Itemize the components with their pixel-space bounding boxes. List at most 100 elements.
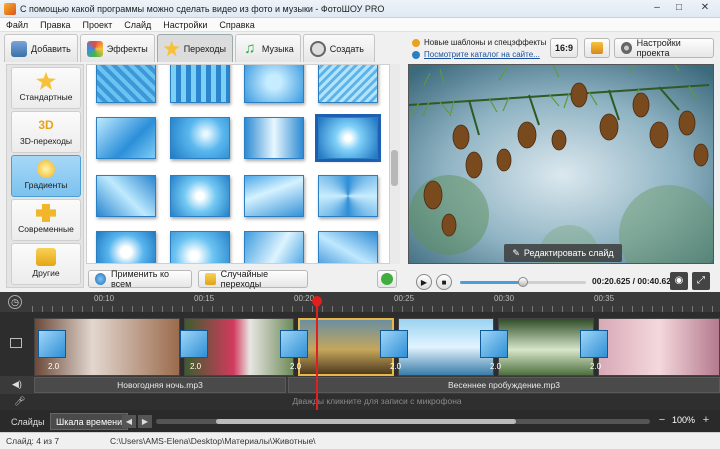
apply-all-button[interactable]: Применить ко всем — [88, 269, 192, 289]
apply-all-label: Применить ко всем — [110, 269, 170, 289]
playhead[interactable] — [316, 298, 318, 410]
zoom-out-button[interactable]: − — [656, 414, 668, 428]
transition-thumb-selected[interactable] — [315, 114, 381, 162]
menu-edit[interactable]: Правка — [34, 20, 76, 30]
slide-counter: Слайд: 4 из 7 — [6, 436, 60, 446]
transition-thumb[interactable] — [170, 117, 230, 159]
background-button[interactable] — [584, 38, 610, 58]
tab-add-label: Добавить — [31, 43, 71, 54]
aspect-ratio-button[interactable]: 16:9 — [550, 38, 578, 58]
film-reel-icon — [309, 40, 326, 57]
ruler-label: 00:25 — [394, 294, 415, 303]
random-transitions-button[interactable]: Случайные переходы — [198, 269, 308, 289]
tab-timeline[interactable]: Шкала времени — [50, 413, 129, 430]
voice-track[interactable]: 🎤︎ Дважды кликните для записи с микрофон… — [0, 394, 720, 410]
news-row: Новые шаблоны и спецэффекты — [412, 38, 546, 47]
minimize-button[interactable]: – — [646, 0, 668, 16]
timeline-ruler[interactable]: ◷ 00:10 00:15 00:20 00:25 00:30 00:35 — [0, 292, 720, 312]
app-window: С помощью какой программы можно сделать … — [0, 0, 720, 449]
audio-clip[interactable]: Весеннее пробуждение.mp3 — [288, 377, 720, 393]
category-other[interactable]: Другие — [11, 243, 81, 285]
dice-icon — [205, 273, 216, 285]
edit-slide-button[interactable]: ✎ Редактировать слайд — [504, 244, 622, 262]
transition-thumb[interactable] — [318, 175, 378, 217]
audio-clip[interactable]: Новогодняя ночь.mp3 — [34, 377, 286, 393]
transition-marker[interactable] — [380, 330, 408, 358]
transition-thumb[interactable] — [244, 175, 304, 217]
menu-settings[interactable]: Настройки — [157, 20, 213, 30]
add-transition-button[interactable] — [377, 270, 397, 288]
folder-path: C:\Users\AMS-Elena\Desktop\Материалы\Жив… — [110, 436, 316, 446]
slide-thumbnail[interactable] — [598, 318, 720, 376]
plus-icon — [381, 273, 393, 285]
menu-slide[interactable]: Слайд — [118, 20, 157, 30]
transition-thumb[interactable] — [96, 117, 156, 159]
zoom-in-button[interactable]: + — [700, 414, 712, 428]
progress-fill — [460, 281, 523, 284]
slide-duration: 2.0 — [190, 362, 202, 371]
gear-icon — [621, 42, 632, 54]
audio-track: ◀) Новогодняя ночь.mp3 Весеннее пробужде… — [0, 376, 720, 394]
scroll-left-icon[interactable]: ◀ — [122, 415, 136, 428]
project-settings-button[interactable]: Настройки проекта — [614, 38, 714, 58]
transition-thumb[interactable] — [170, 175, 230, 217]
menu-project[interactable]: Проект — [77, 20, 119, 30]
snapshot-icon[interactable]: ◉ — [670, 272, 688, 290]
preview-image — [409, 65, 713, 263]
transition-marker[interactable] — [480, 330, 508, 358]
main-tabs: Добавить Эффекты Переходы ♫ Музыка Созда… — [4, 34, 404, 62]
mic-hint: Дважды кликните для записи с микрофона — [292, 396, 462, 406]
category-label: Современные — [18, 224, 74, 234]
category-modern[interactable]: Современные — [11, 199, 81, 241]
ruler-label: 00:35 — [594, 294, 615, 303]
menu-file[interactable]: Файл — [0, 20, 34, 30]
scroll-right-icon[interactable]: ▶ — [138, 415, 152, 428]
transition-thumb[interactable] — [170, 65, 230, 103]
play-icon[interactable]: ▶ — [416, 274, 432, 290]
ruler-label: 00:10 — [94, 294, 115, 303]
category-gradients[interactable]: Градиенты — [11, 155, 81, 197]
tab-music-label: Музыка — [261, 43, 294, 54]
transition-thumb[interactable] — [244, 65, 304, 103]
maximize-button[interactable]: □ — [668, 0, 690, 16]
transition-marker[interactable] — [38, 330, 66, 358]
category-standard[interactable]: Стандартные — [11, 67, 81, 109]
stop-icon[interactable]: ■ — [436, 274, 452, 290]
transition-marker[interactable] — [180, 330, 208, 358]
tab-slides[interactable]: Слайды — [6, 413, 50, 430]
slide-track: 2.0 2.0 2.0 2.0 2.0 2.0 — [0, 312, 720, 376]
timeline-scrollbar[interactable] — [156, 419, 650, 424]
transition-marker[interactable] — [580, 330, 608, 358]
camera-icon — [11, 40, 27, 57]
category-3d[interactable]: 3D 3D-переходы — [11, 111, 81, 153]
transition-thumb[interactable] — [244, 231, 304, 263]
grid-scrollbar-thumb[interactable] — [391, 150, 398, 186]
transition-marker[interactable] — [280, 330, 308, 358]
star-icon — [163, 40, 180, 57]
progress-slider-handle[interactable] — [518, 277, 528, 287]
tab-transitions[interactable]: Переходы — [156, 34, 233, 62]
transition-thumb[interactable] — [96, 231, 156, 263]
transition-thumb[interactable] — [96, 175, 156, 217]
transition-thumb[interactable] — [318, 65, 378, 103]
tab-music[interactable]: ♫ Музыка — [234, 34, 301, 62]
tab-add[interactable]: Добавить — [4, 34, 78, 62]
tab-effects-label: Эффекты — [106, 43, 148, 54]
slide-duration: 2.0 — [290, 362, 302, 371]
transition-thumb[interactable] — [244, 117, 304, 159]
transition-thumb[interactable] — [96, 65, 156, 103]
random-transitions-label: Случайные переходы — [220, 269, 269, 289]
transition-thumb[interactable] — [170, 231, 230, 263]
category-label: 3D-переходы — [19, 136, 73, 146]
tab-create[interactable]: Создать — [302, 34, 375, 62]
timeline-scrollbar-thumb[interactable] — [216, 419, 516, 424]
close-button[interactable]: ✕ — [694, 0, 716, 16]
gradient-icon — [37, 160, 55, 178]
menu-help[interactable]: Справка — [213, 20, 260, 30]
catalog-link[interactable]: Посмотрите каталог на сайте... — [424, 50, 540, 59]
slide-preview — [408, 64, 714, 264]
fullscreen-icon[interactable]: ⤢ — [692, 272, 710, 290]
transition-thumb[interactable] — [318, 231, 378, 263]
tab-effects[interactable]: Эффекты — [79, 34, 155, 62]
clock-icon: ◷ — [8, 295, 22, 309]
